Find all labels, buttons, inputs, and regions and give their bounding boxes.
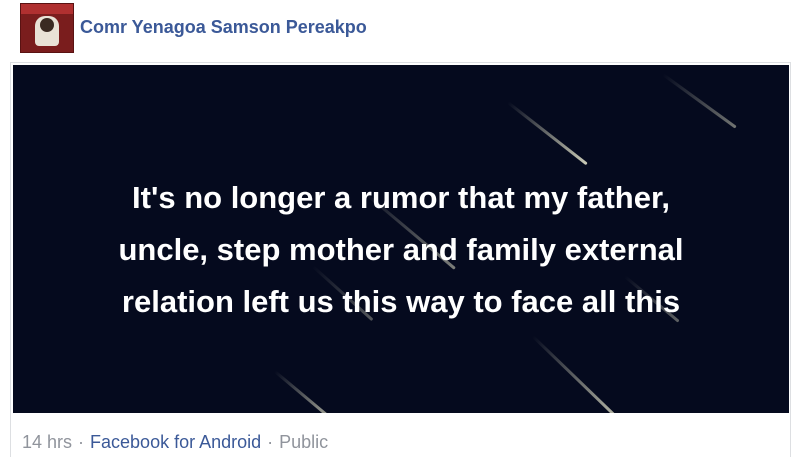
image-caption-line: uncle, step mother and family external	[118, 232, 684, 267]
post-timestamp[interactable]: 14 hrs	[22, 432, 72, 452]
post-card: It's no longer a rumor that my father, u…	[10, 62, 791, 457]
privacy-label[interactable]: Public	[279, 432, 328, 452]
author-name-link[interactable]: Comr Yenagoa Samson Pereakpo	[80, 17, 367, 38]
avatar-banner	[21, 4, 73, 14]
avatar[interactable]	[20, 3, 74, 53]
avatar-face	[40, 18, 54, 32]
meteor-streak	[274, 370, 345, 413]
image-caption-line: It's no longer a rumor that my father,	[132, 180, 670, 215]
meteor-streak	[531, 335, 628, 413]
meteor-streak	[662, 73, 737, 129]
facebook-post: Comr Yenagoa Samson Pereakpo It's no lon…	[0, 0, 791, 457]
meteor-streak	[507, 101, 588, 166]
image-caption: It's no longer a rumor that my father, u…	[53, 172, 749, 328]
meta-separator: ·	[267, 432, 274, 452]
image-caption-line: relation left us this way to face all th…	[121, 284, 681, 319]
post-meta: 14 hrs · Facebook for Android · Public	[22, 432, 328, 453]
post-image[interactable]: It's no longer a rumor that my father, u…	[13, 65, 789, 413]
meta-separator: ·	[78, 432, 85, 452]
post-source-link[interactable]: Facebook for Android	[90, 432, 261, 452]
post-header: Comr Yenagoa Samson Pereakpo	[0, 0, 791, 58]
